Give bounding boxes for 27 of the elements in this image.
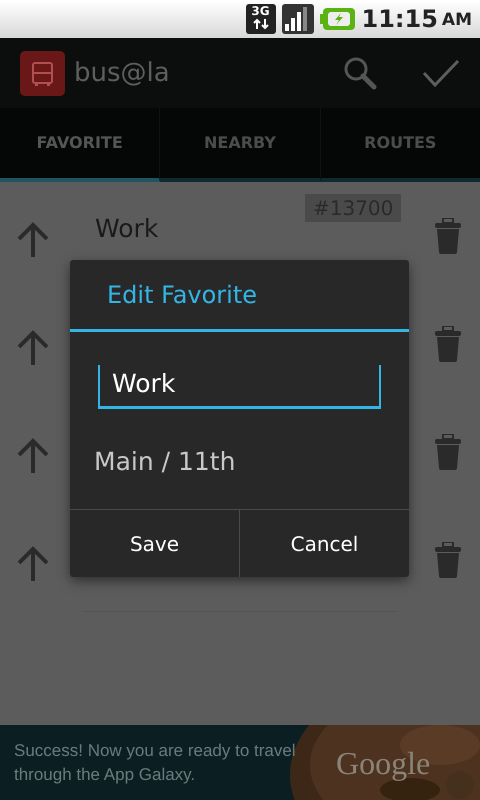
trash-icon[interactable] [435, 542, 461, 578]
move-up-icon[interactable] [16, 222, 50, 258]
dialog-button[interactable]: Save [70, 510, 239, 577]
dialog-title: Edit Favorite [107, 280, 258, 310]
move-up-icon[interactable] [16, 330, 50, 366]
app-title: bus@la [74, 56, 170, 90]
location-text: Main / 11th [94, 446, 236, 478]
signal-icon [282, 4, 314, 34]
trash-icon[interactable] [435, 218, 461, 254]
move-up-icon[interactable] [16, 546, 50, 582]
search-icon[interactable] [342, 55, 378, 91]
checkmark-icon[interactable] [422, 59, 460, 87]
trash-icon[interactable] [435, 434, 461, 470]
data-arrows-icon [252, 18, 270, 30]
ad-text: Success! Now you are ready to travel through the App Galaxy. [14, 740, 297, 786]
battery-charging-icon [320, 7, 356, 31]
bus-icon[interactable] [20, 50, 65, 96]
network-indicator: 3G [246, 4, 276, 34]
ad-banner[interactable]: Success! Now you are ready to travel through the App Galaxy. Google [0, 725, 480, 800]
dialog-button[interactable]: Cancel [239, 510, 409, 577]
trash-icon[interactable] [435, 326, 461, 362]
clock-period: AM [442, 9, 472, 32]
favorite-name: Work [95, 213, 160, 246]
brand-logo-text: Google [336, 744, 430, 783]
name-input-field[interactable]: Work [98, 365, 381, 409]
move-up-icon[interactable] [16, 438, 50, 474]
clock: 11:15 [362, 4, 438, 35]
